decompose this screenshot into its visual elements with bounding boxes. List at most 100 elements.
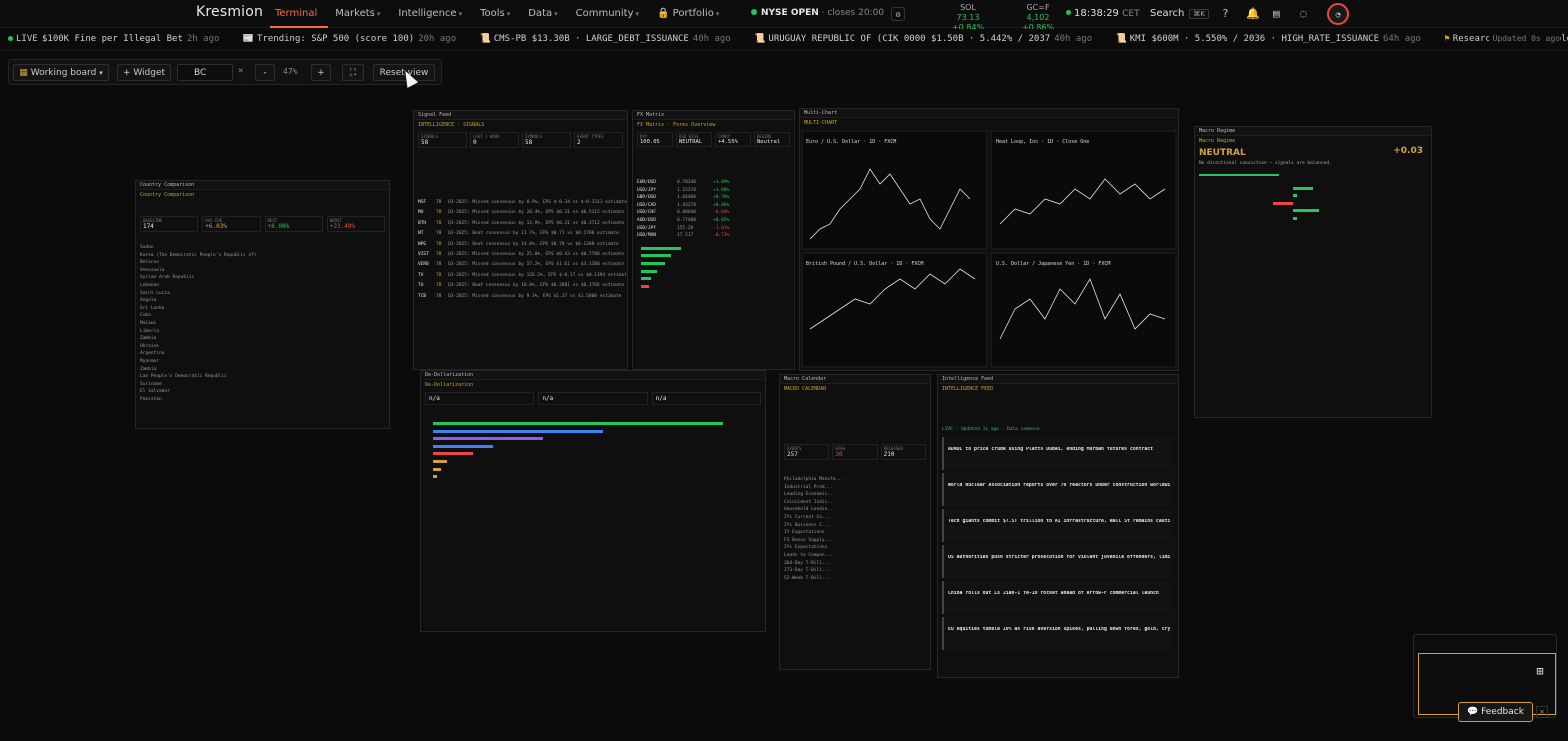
avatar[interactable]: ◔ (1327, 3, 1349, 25)
calendar-row[interactable]: Leading Economic... (780, 491, 930, 499)
widget-title[interactable]: FX Matrix (633, 111, 794, 120)
feed-card[interactable]: China rolls out LX Jian-1 Ye-10 rocket a… (942, 580, 1174, 614)
calendar-row[interactable]: Household Lendin... (780, 506, 930, 514)
signal-row[interactable]: TV 78 Q3-2025: Missed consensus by 126.2%,… (414, 271, 627, 281)
signal-row[interactable]: VIST 78 Q3-2025: Missed consensus by 25.0%… (414, 250, 627, 260)
feed-card[interactable]: World Nuclear Association reports over 7… (942, 472, 1174, 506)
ticker-item[interactable]: 📜 CMS-PB $13.30B · LARGE_DEBT_ISSUANCE 40h… (480, 34, 731, 44)
table-row[interactable]: Zambia (136, 335, 389, 343)
signal-row[interactable]: VERB 78 Q3-2025: Missed consensus by 57.2%… (414, 260, 627, 270)
widget-macro-calendar[interactable]: Macro Calendar MACRO CALENDAR EVENTS 257 … (779, 374, 931, 670)
table-row[interactable]: Korea (The Democratic People's Republic … (136, 252, 389, 260)
calendar-row[interactable]: 273-Day T-Bill... (780, 567, 930, 575)
nav-intelligence[interactable]: Intelligence ▾ (398, 8, 462, 19)
add-widget-button[interactable]: + Widget (117, 64, 171, 81)
table-row[interactable]: Sri Lanka (136, 305, 389, 313)
widget-title[interactable]: Multi-Chart (800, 109, 1178, 118)
close-icon[interactable]: ✕ (1536, 706, 1548, 718)
widget-multi-chart[interactable]: Multi-Chart MULTI-CHART Euro / U.S. Doll… (799, 108, 1179, 371)
widget-title[interactable]: Macro Calendar (780, 375, 930, 384)
widget-search-input[interactable] (177, 64, 233, 81)
widget-fx-matrix[interactable]: FX Matrix FX Matrix · Forex Overview DXY… (632, 110, 795, 370)
signal-row[interactable]: MSF 78 Q3-2025: Missed consensus by 0.9%, … (414, 198, 627, 208)
widget-intelligence-feed[interactable]: Intelligence Feed INTELLIGENCE FEED LIVE… (937, 374, 1179, 678)
calendar-row[interactable]: 1Y Expectations (780, 529, 930, 537)
fx-row[interactable]: USD/JPY 1.15370 +1.08% (633, 187, 794, 195)
signal-row[interactable]: TU 78 Q3-2025: Beat consensus by 18.0%, EP… (414, 281, 627, 291)
widget-title[interactable]: Macro Regime (1195, 127, 1431, 136)
calendar-row[interactable]: FS Bonus Supply... (780, 537, 930, 545)
calendar-row[interactable]: 52-Week T-Bill... (780, 575, 930, 583)
table-row[interactable]: El Salvador (136, 388, 389, 396)
table-row[interactable]: Sudan (136, 244, 389, 252)
table-row[interactable]: Ukraine (136, 343, 389, 351)
widget-title[interactable]: Intelligence Feed (938, 375, 1178, 384)
table-row[interactable]: Saint Lucia (136, 290, 389, 298)
signal-row[interactable]: BTH 78 Q3-2025: Missed consensus by 13.9%,… (414, 219, 627, 229)
calendar-row[interactable]: Coincident Indic... (780, 499, 930, 507)
calendar-row[interactable]: Leads to Compon... (780, 552, 930, 560)
nav-terminal[interactable]: Terminal (275, 8, 317, 19)
settings-icon[interactable]: ⚙ (891, 7, 905, 21)
nav-tools[interactable]: Tools ▾ (480, 8, 510, 19)
signal-row[interactable]: NT 78 Q3-2025: Beat consensus by 11.7%, EP… (414, 229, 627, 239)
feed-card[interactable]: Tech giants commit $7.5T trillion to AI … (942, 508, 1174, 542)
table-row[interactable]: Malawi (136, 320, 389, 328)
bell-icon[interactable]: 🔔 (1246, 7, 1260, 20)
signal-row[interactable]: MU 78 Q3-2025: Missed consensus by 20.4%, … (414, 208, 627, 218)
ticker-item[interactable]: 📜 KMI $600M · 5.550% / 2036 · HIGH_RATE_I… (1116, 34, 1421, 44)
calendar-row[interactable]: 2Ys Current Co... (780, 514, 930, 522)
feedback-button[interactable]: 💬 Feedback (1458, 702, 1533, 722)
calendar-row[interactable]: 2Ys Expectations (780, 544, 930, 552)
multi-chart-canvas[interactable] (800, 129, 1179, 369)
widget-title[interactable]: Country Comparison (136, 181, 389, 190)
feed-card[interactable]: ADNOC to price crude using Platts Dubai,… (942, 436, 1174, 470)
feed-card[interactable]: EU equities tumble 10% as risk aversion … (942, 616, 1174, 650)
calendar-row[interactable]: 2Ys Business C... (780, 522, 930, 530)
nav-data[interactable]: Data ▾ (528, 8, 557, 19)
calendar-row[interactable]: 364-Day T-Bill... (780, 560, 930, 568)
layout-grid-icon[interactable]: ⊞ (1531, 664, 1549, 682)
fx-row[interactable]: GBP/USD 1.04400 +0.76% (633, 194, 794, 202)
table-row[interactable]: Angola (136, 297, 389, 305)
feed-card[interactable]: US authorities push stricter prosecution… (942, 544, 1174, 578)
calendar-row[interactable]: Philadelphia Manufa... (780, 476, 930, 484)
table-row[interactable]: Lebanon (136, 282, 389, 290)
fit-view-button[interactable]: ⛶ (342, 64, 364, 81)
fx-row[interactable]: USD/JPY 155.28 -1.01% (633, 225, 794, 233)
ticker-item[interactable]: 📰 Trending: S&P 500 (score 100) 20h ago (243, 34, 456, 44)
nav-community[interactable]: Community ▾ (576, 8, 639, 19)
fx-row[interactable]: AUD/USD 0.77480 +0.05% (633, 217, 794, 225)
zoom-out-button[interactable]: - (255, 64, 275, 81)
table-row[interactable]: Pakistan (136, 396, 389, 404)
nav-portfolio[interactable]: 🔒 Portfolio ▾ (657, 8, 719, 19)
fx-row[interactable]: USD/CHF 0.80840 -0.04% (633, 209, 794, 217)
table-row[interactable]: Liberia (136, 328, 389, 336)
clear-icon[interactable]: ✕ (238, 66, 243, 76)
widget-title[interactable]: Signal Feed (414, 111, 627, 120)
widget-de-dollarization[interactable]: De-Dollarization De-Dollarization n/a n/… (420, 370, 766, 632)
table-row[interactable]: Cuba (136, 312, 389, 320)
table-row[interactable]: Venezuela (136, 267, 389, 275)
fx-row[interactable]: EUR/USD 0.70240 +1.09% (633, 179, 794, 187)
table-row[interactable]: Lao People's Democratic Republic (136, 373, 389, 381)
table-row[interactable]: Suriname (136, 381, 389, 389)
calendar-row[interactable]: Industrial Prod... (780, 484, 930, 492)
nav-markets[interactable]: Markets ▾ (335, 8, 380, 19)
widget-signal-feed[interactable]: Signal Feed INTELLIGENCE · SIGNALS SIGNA… (413, 110, 628, 370)
zoom-in-button[interactable]: + (311, 64, 331, 81)
table-row[interactable]: Myanmar (136, 358, 389, 366)
document-icon[interactable]: ▤ (1273, 7, 1280, 20)
brand-logo[interactable]: Kresmion (196, 4, 263, 20)
signal-row[interactable]: TCB 78 Q3-2025: Missed consensus by 9.3%, … (414, 292, 627, 302)
fx-row[interactable]: USD/MXN 17.517 -0.73% (633, 232, 794, 240)
table-row[interactable]: Belarus (136, 259, 389, 267)
table-row[interactable]: Argentina (136, 350, 389, 358)
table-row[interactable]: Syrian Arab Republic (136, 274, 389, 282)
fx-row[interactable]: USD/CAD 1.43270 +0.06% (633, 202, 794, 210)
widget-country-comparison[interactable]: Country Comparison Country Comparison BA… (135, 180, 390, 429)
widget-macro-regime[interactable]: Macro Regime Macro Regime NEUTRAL +0.03 … (1194, 126, 1432, 418)
search-button[interactable]: Search ⌘K (1150, 8, 1209, 19)
chat-icon[interactable]: ◌ (1300, 7, 1307, 20)
ticker-item[interactable]: 📜 URUGUAY REPUBLIC OF (CIK 0000 $1.50B · … (754, 34, 1092, 44)
